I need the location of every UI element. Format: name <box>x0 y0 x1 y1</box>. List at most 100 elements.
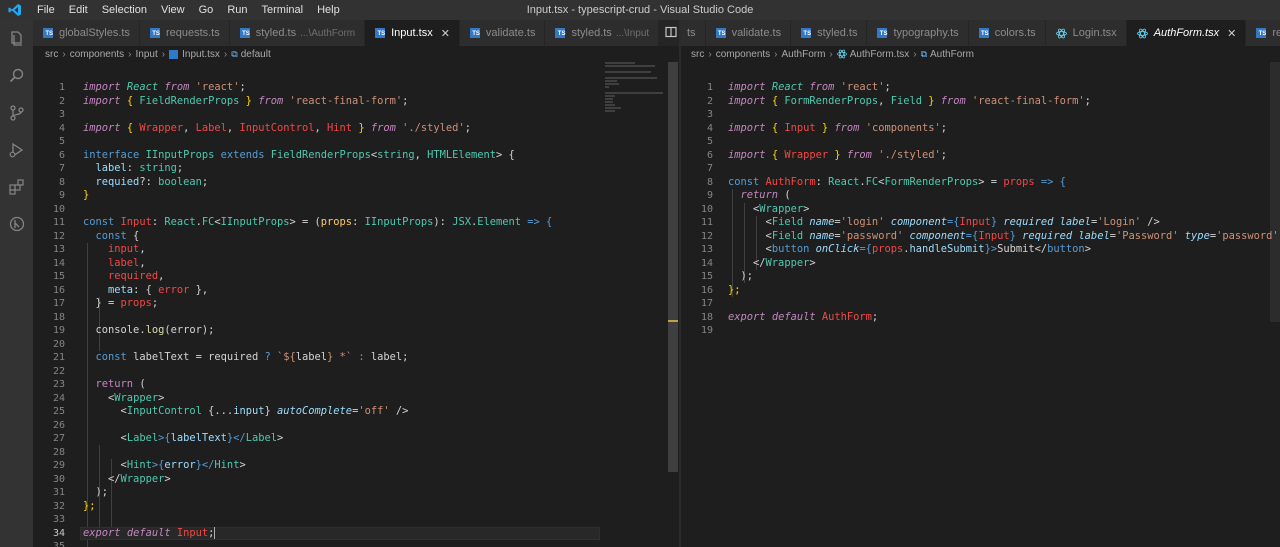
chevron-right-icon: › <box>774 48 778 60</box>
code-token: return <box>740 189 779 201</box>
code-token: FC <box>865 175 879 188</box>
close-icon[interactable]: ✕ <box>1227 27 1236 40</box>
line-number: 18 <box>52 311 65 323</box>
breadcrumb-item-input-folder[interactable]: Input <box>136 49 158 60</box>
tab-styled-ts[interactable]: TS styled.ts <box>791 20 868 46</box>
code-line: 16}; <box>681 284 1280 298</box>
tab-styled-ts-input[interactable]: TS styled.ts ...\Input <box>545 20 660 46</box>
tab-truncated-red[interactable]: TS red <box>1246 20 1280 46</box>
typescript-file-icon: TS <box>239 28 250 38</box>
code-token: from <box>164 81 190 93</box>
react-file-icon <box>836 49 847 59</box>
tab-label: globalStyles.ts <box>59 27 130 39</box>
code-token: (error); <box>164 324 215 336</box>
code-token: autoComplete <box>276 405 353 417</box>
menu-view[interactable]: View <box>154 0 192 20</box>
tab-truncated-ts[interactable]: ts <box>681 20 706 46</box>
breadcrumb-item-symbol[interactable]: default <box>241 49 271 60</box>
code-token: , <box>226 121 240 134</box>
line-number: 23 <box>52 379 65 390</box>
code-editor-input[interactable]: 1 import React from 'react'; 2 import { Fi… <box>33 81 679 547</box>
tab-bar-right: ts TS validate.ts TS styled.ts TS typograph… <box>681 20 1280 46</box>
code-token: }; <box>728 283 741 296</box>
remote-icon[interactable] <box>0 205 33 242</box>
code-token: , <box>878 94 891 107</box>
menu-selection[interactable]: Selection <box>95 0 154 20</box>
code-token: default <box>771 310 816 323</box>
menu-edit[interactable]: Edit <box>62 0 95 20</box>
code-token: ; <box>239 81 246 93</box>
extensions-icon[interactable] <box>0 168 33 205</box>
menu-terminal[interactable]: Terminal <box>255 0 311 20</box>
code-token: = <box>189 351 209 363</box>
code-token: import <box>83 81 121 93</box>
code-token: handleSubmit <box>909 243 985 255</box>
breadcrumb-item-components[interactable]: components <box>716 49 770 60</box>
breadcrumb-item-components[interactable]: components <box>70 49 124 60</box>
line-number: 19 <box>52 325 65 336</box>
code-token: ; <box>201 175 209 188</box>
code-token: Label <box>245 432 277 444</box>
code-line: 8 requied?: boolean; <box>33 176 679 190</box>
code-token: ( <box>778 189 791 201</box>
code-token: AuthForm <box>765 175 816 188</box>
code-token: Field <box>771 216 804 228</box>
code-token: import <box>83 94 121 107</box>
code-token: Hint <box>214 459 240 471</box>
explorer-icon[interactable] <box>0 20 33 57</box>
code-line: 15 required, <box>33 270 679 284</box>
tab-login-tsx[interactable]: Login.tsx <box>1045 20 1127 46</box>
code-line: 17 <box>681 297 1280 311</box>
breadcrumb-item-file[interactable]: AuthForm.tsx <box>850 49 909 60</box>
code-token: required <box>208 351 259 363</box>
menu-file[interactable]: File <box>30 0 62 20</box>
breadcrumb-item-file[interactable]: Input.tsx <box>182 49 220 60</box>
breadcrumb-item-src[interactable]: src <box>691 49 704 60</box>
code-token: : <box>151 216 165 228</box>
menu-go[interactable]: Go <box>192 0 221 20</box>
tab-validate-ts[interactable]: TS validate.ts <box>705 20 792 46</box>
tab-input-tsx[interactable]: TS Input.tsx ✕ <box>365 20 460 46</box>
code-line: 28 <box>33 446 679 460</box>
run-debug-icon[interactable] <box>0 131 33 168</box>
breadcrumb-item-symbol[interactable]: AuthForm <box>930 49 974 60</box>
close-icon[interactable]: ✕ <box>441 27 450 40</box>
code-line: 25 <InputControl {...input} autoComplete… <box>33 405 679 419</box>
line-number: 8 <box>58 176 65 188</box>
tab-authform-tsx[interactable]: AuthForm.tsx ✕ <box>1126 20 1247 46</box>
code-token: : <box>126 162 140 174</box>
breadcrumb-item-authform-folder[interactable]: AuthForm <box>782 49 826 60</box>
menu-run[interactable]: Run <box>220 0 254 20</box>
code-token: } = <box>95 297 121 309</box>
tab-validate-ts[interactable]: TS validate.ts <box>459 20 546 46</box>
split-editor-icon[interactable] <box>665 26 677 41</box>
tab-globalstyles-ts[interactable]: TS globalStyles.ts <box>33 20 140 46</box>
tab-styled-ts-authform[interactable]: TS styled.ts ...\AuthForm <box>229 20 366 46</box>
line-number: 12 <box>52 230 65 242</box>
code-editor-authform[interactable]: 1 import React from 'react'; 2 import { Fo… <box>681 81 1280 338</box>
code-token: labelText <box>170 432 227 444</box>
code-token: Wrapper <box>114 391 159 404</box>
line-number: 7 <box>58 163 65 174</box>
code-token: JSX <box>452 216 471 228</box>
code-token: IInputProps <box>220 216 290 228</box>
search-icon[interactable] <box>0 57 33 94</box>
tab-label: colors.ts <box>994 27 1036 39</box>
typescript-file-icon: TS <box>43 28 53 38</box>
code-token: 'password' <box>840 229 904 242</box>
code-token: boolean <box>158 175 202 188</box>
code-token: from <box>940 94 966 107</box>
line-number: 14 <box>52 257 65 269</box>
source-control-icon[interactable] <box>0 94 33 131</box>
code-line: 13 input, <box>33 243 679 257</box>
code-token: label <box>1078 229 1110 242</box>
tab-colors-ts[interactable]: TS colors.ts <box>968 20 1046 46</box>
chevron-right-icon: › <box>161 48 166 60</box>
tab-typography-ts[interactable]: TS typography.ts <box>867 20 969 46</box>
tab-requests-ts[interactable]: TS requests.ts <box>139 20 230 46</box>
menu-help[interactable]: Help <box>310 0 347 20</box>
code-token: }; <box>83 499 96 512</box>
breadcrumb-item-src[interactable]: src <box>45 49 58 60</box>
chevron-right-icon: › <box>128 48 132 60</box>
code-token: >{ <box>151 459 165 471</box>
